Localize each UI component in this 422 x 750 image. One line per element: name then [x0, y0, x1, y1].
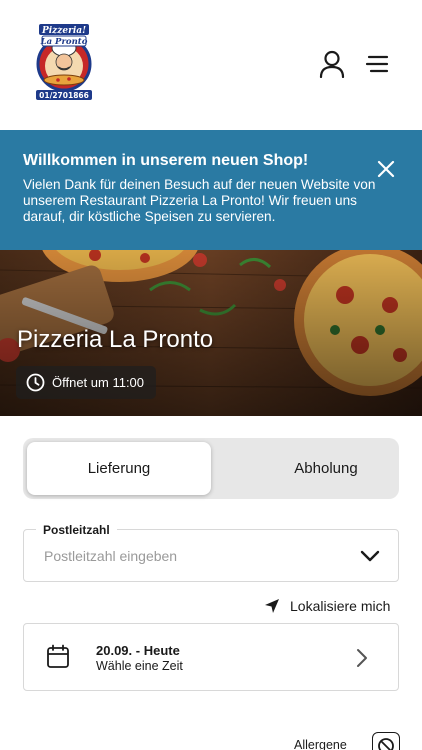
location-arrow-icon — [265, 599, 279, 613]
postcode-label: Postleitzahl — [36, 523, 117, 537]
chevron-down-icon[interactable] — [360, 549, 380, 563]
menu-button[interactable] — [361, 48, 393, 80]
banner-text: Vielen Dank für deinen Besuch auf der ne… — [23, 177, 376, 224]
tab-pickup[interactable]: Abholung — [234, 442, 418, 495]
choose-time-hint: Wähle eine Zeit — [96, 659, 183, 673]
close-icon — [377, 160, 395, 178]
time-picker[interactable]: 20.09. - Heute Wähle eine Zeit — [23, 623, 399, 691]
allergens-link[interactable]: Allergene — [294, 738, 347, 750]
user-icon — [319, 50, 345, 78]
hamburger-menu-icon — [365, 55, 389, 73]
no-allergens-icon — [378, 738, 394, 750]
tab-delivery[interactable]: Lieferung — [27, 442, 211, 495]
locate-me-button[interactable]: Lokalisiere mich — [264, 598, 390, 614]
calendar-icon — [47, 644, 69, 668]
order-mode-toggle: Lieferung Abholung — [23, 438, 399, 499]
logo-phone: 01/2701866 — [39, 91, 89, 100]
banner-close-button[interactable] — [372, 155, 400, 183]
banner-title: Willkommen in unserem neuen Shop! — [23, 152, 309, 169]
welcome-banner: Willkommen in unserem neuen Shop! Vielen… — [0, 130, 422, 250]
allergens-button[interactable] — [372, 732, 400, 750]
opening-hours-badge: Öffnet um 11:00 — [16, 366, 157, 399]
chevron-right-icon — [357, 649, 367, 667]
postcode-input[interactable] — [44, 545, 344, 567]
logo-text-mid: La Pronto — [40, 37, 88, 47]
account-button[interactable] — [316, 48, 348, 80]
selected-date: 20.09. - Heute — [96, 643, 180, 658]
locate-me-label: Lokalisiere mich — [290, 598, 391, 614]
restaurant-logo[interactable]: Pizzeria! La Pronto 01/2701866 — [30, 22, 98, 106]
opening-hours-text: Öffnet um 11:00 — [52, 375, 145, 390]
header: Pizzeria! La Pronto 01/2701866 — [0, 0, 422, 130]
logo-text-top: Pizzeria! — [41, 26, 86, 36]
restaurant-name: Pizzeria La Pronto — [17, 326, 214, 353]
hero-section: Pizzeria La Pronto Öffnet um 11:00 — [0, 250, 422, 416]
clock-icon — [26, 373, 45, 392]
